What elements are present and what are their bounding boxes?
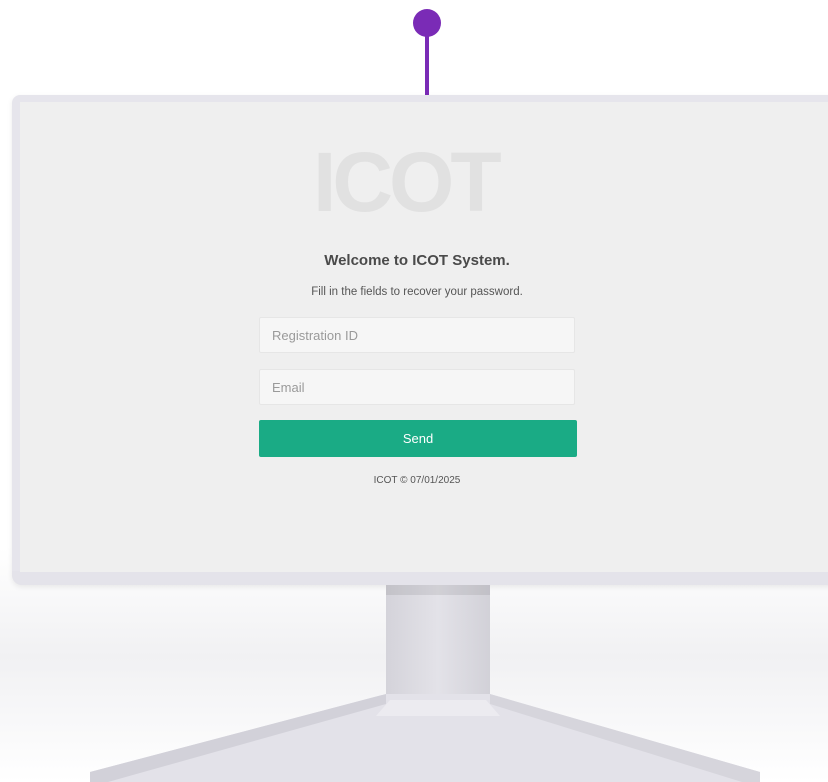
page-subtitle: Fill in the fields to recover your passw… [311,286,523,298]
page-title: Welcome to ICOT System. [324,252,510,269]
send-button[interactable]: Send [259,420,577,457]
icot-logo: ICOT [313,135,502,229]
footer-copyright: ICOT © 07/01/2025 [373,475,461,486]
registration-id-input[interactable] [259,317,575,353]
email-input[interactable] [259,369,575,405]
monitor-mockup: ICOT Welcome to ICOT System. Fill in the… [0,0,828,782]
